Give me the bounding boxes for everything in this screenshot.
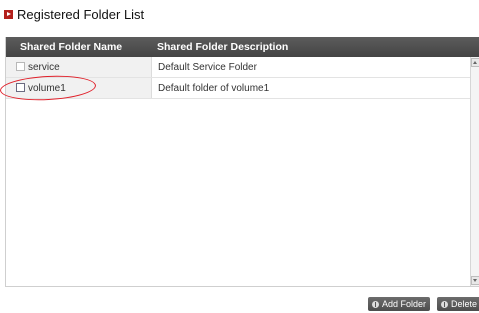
table-header: Shared Folder Name Shared Folder Descrip…	[6, 37, 479, 57]
column-header-name: Shared Folder Name	[20, 41, 123, 53]
page-title: Registered Folder List	[4, 7, 144, 22]
action-bar: Add Folder Delete	[0, 297, 479, 311]
scroll-up-icon[interactable]	[471, 58, 479, 67]
add-folder-button[interactable]: Add Folder	[368, 297, 430, 311]
delete-label: Delete	[451, 299, 478, 309]
vertical-scrollbar[interactable]	[470, 57, 479, 286]
scroll-down-icon[interactable]	[471, 276, 479, 285]
delete-button[interactable]: Delete	[437, 297, 479, 311]
page-title-text: Registered Folder List	[17, 7, 145, 22]
folder-description: Default Service Folder	[158, 62, 257, 73]
table-row[interactable]: service Default Service Folder	[6, 57, 476, 78]
section-arrow-icon	[4, 10, 13, 19]
column-header-description: Shared Folder Description	[157, 41, 289, 53]
row-checkbox[interactable]	[16, 62, 25, 71]
name-cell: service	[6, 57, 152, 77]
folder-list-panel: Shared Folder Name Shared Folder Descrip…	[5, 37, 479, 287]
folder-name: service	[28, 62, 60, 73]
folder-description: Default folder of volume1	[158, 83, 270, 94]
add-icon	[372, 300, 379, 308]
add-folder-label: Add Folder	[381, 299, 426, 309]
delete-icon	[441, 300, 448, 308]
